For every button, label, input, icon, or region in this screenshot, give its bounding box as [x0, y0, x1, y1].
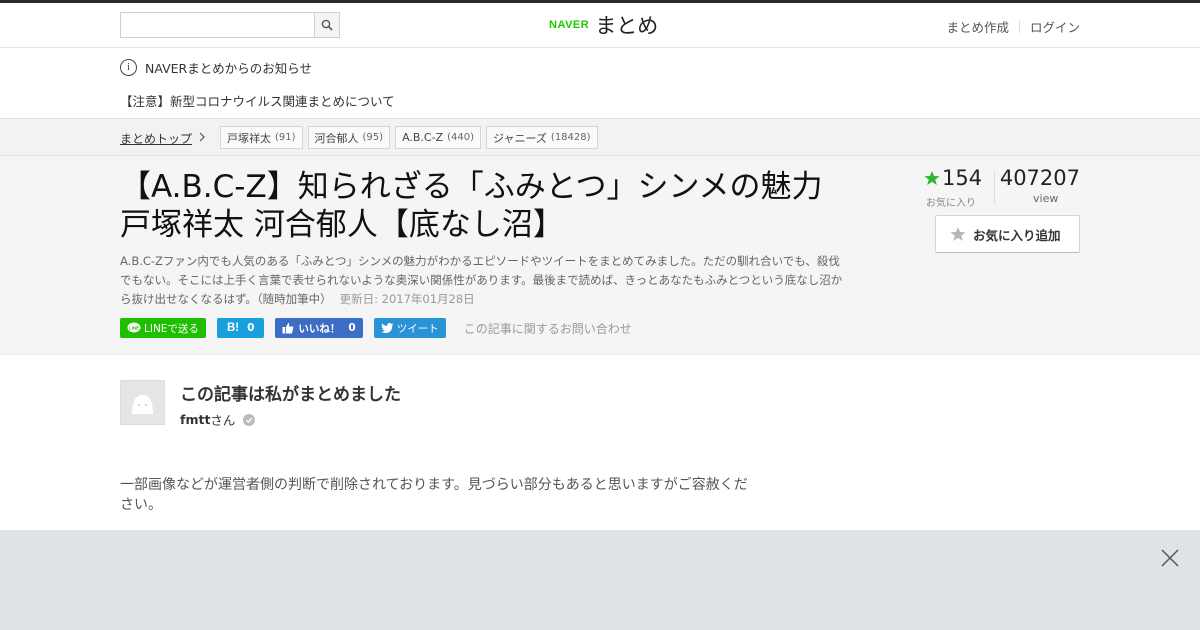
updated-date: 更新日: 2017年01月28日 — [339, 292, 475, 306]
tag-name: A.B.C-Z — [402, 131, 444, 144]
tag-item[interactable]: A.B.C-Z (440) — [395, 126, 482, 149]
article-intro-text: 一部画像などが運営者側の判断で削除されております。見づらい部分もあると思いますが… — [120, 477, 748, 513]
view-count: 407207 — [999, 166, 1080, 190]
info-icon: i — [120, 59, 137, 76]
logo-matome: まとめ — [595, 14, 659, 38]
add-favorite-label: お気に入り追加 — [973, 228, 1061, 243]
facebook-like-label: いいね！ — [298, 322, 341, 335]
hatena-bookmark-button[interactable]: B! 0 — [216, 318, 265, 338]
notice-heading: i NAVERまとめからのお知らせ — [120, 58, 312, 77]
article-description-text: A.B.C-Zファン内でも人気のある「ふみとつ」シンメの魅力がわかるエピソードや… — [120, 254, 843, 306]
article-stats: 154 お気に入り 407207 view — [920, 166, 1080, 209]
hatena-count: 0 — [247, 322, 255, 334]
notice-heading-text: NAVERまとめからのお知らせ — [145, 61, 312, 76]
avatar-icon — [132, 395, 153, 414]
site-header: NAVER まとめ まとめ作成 ログイン — [0, 3, 1200, 48]
tag-item[interactable]: 河合郁人 (95) — [307, 126, 391, 149]
breadcrumb: まとめトップ 戸塚祥太 (91) 河合郁人 (95) A.B.C-Z (440) ジャ… — [0, 118, 1200, 156]
add-favorite-button[interactable]: お気に入り追加 — [935, 215, 1080, 253]
star-icon — [924, 171, 940, 185]
favorite-count-value: 154 — [942, 166, 983, 190]
tweet-label: ツイート — [396, 322, 439, 335]
star-outline-icon — [950, 227, 966, 241]
verified-check-icon — [243, 413, 256, 426]
close-icon[interactable] — [1160, 548, 1180, 568]
article-contact-link[interactable]: この記事に関するお問い合わせ — [464, 320, 632, 337]
tag-count: (18428) — [550, 132, 591, 143]
tag-name: 河合郁人 — [314, 131, 359, 145]
hatena-icon: B! — [226, 322, 240, 334]
thumbs-up-icon — [282, 323, 294, 334]
tag-name: ジャニーズ — [493, 131, 547, 145]
favorite-label: お気に入り — [926, 198, 976, 209]
breadcrumb-top-link[interactable]: まとめトップ — [120, 130, 192, 147]
tag-count: (95) — [362, 132, 384, 143]
facebook-like-count: 0 — [348, 322, 356, 334]
view-label: view — [1033, 192, 1059, 205]
author-suffix: さん — [210, 413, 236, 428]
line-share-label: LINEで送る — [144, 322, 199, 335]
tag-list: 戸塚祥太 (91) 河合郁人 (95) A.B.C-Z (440) ジャニーズ (184… — [220, 126, 603, 149]
twitter-bird-icon — [380, 322, 394, 333]
tag-item[interactable]: ジャニーズ (18428) — [486, 126, 598, 149]
logo-naver: NAVER — [549, 19, 590, 31]
tag-count: (91) — [275, 132, 296, 143]
article-description: A.B.C-Zファン内でも人気のある「ふみとつ」シンメの魅力がわかるエピソードや… — [120, 252, 845, 309]
header-nav: まとめ作成 ログイン — [946, 17, 1080, 36]
site-logo[interactable]: NAVER まとめ — [549, 12, 658, 38]
tag-name: 戸塚祥太 — [227, 131, 271, 145]
svg-text:LINE: LINE — [129, 326, 139, 331]
search-box — [120, 12, 340, 38]
stats-divider — [994, 170, 995, 204]
share-bar: LINE LINEで送る B! 0 いいね！ 0 ツイート この記事に関するお問… — [120, 318, 632, 338]
notice-link[interactable]: 【注意】新型コロナウイルス関連まとめについて — [120, 91, 395, 110]
author-name[interactable]: fmtt — [180, 412, 210, 427]
ad-overlay — [0, 530, 1200, 630]
avatar[interactable] — [120, 380, 165, 425]
favorite-count: 154 — [924, 166, 982, 190]
nav-divider — [1018, 20, 1020, 33]
article-title: 【A.B.C-Z】知られざる「ふみとつ」シンメの魅力 戸塚祥太 河合郁人【底なし… — [120, 169, 854, 243]
create-matome-link[interactable]: まとめ作成 — [946, 17, 1009, 36]
search-input[interactable] — [121, 13, 315, 37]
tag-count: (440) — [447, 132, 475, 143]
search-icon — [321, 19, 333, 31]
search-button[interactable] — [314, 13, 339, 37]
author-heading: この記事は私がまとめました — [180, 385, 401, 405]
author-name-line: fmtt さん — [180, 410, 256, 429]
article-header: 【A.B.C-Z】知られざる「ふみとつ」シンメの魅力 戸塚祥太 河合郁人【底なし… — [0, 156, 1200, 355]
chevron-right-icon — [199, 132, 205, 142]
line-icon: LINE — [127, 322, 141, 333]
line-share-button[interactable]: LINE LINEで送る — [120, 318, 206, 338]
tweet-button[interactable]: ツイート — [373, 318, 446, 338]
facebook-like-button[interactable]: いいね！ 0 — [275, 318, 363, 338]
login-link[interactable]: ログイン — [1030, 17, 1080, 36]
tag-item[interactable]: 戸塚祥太 (91) — [220, 126, 303, 149]
